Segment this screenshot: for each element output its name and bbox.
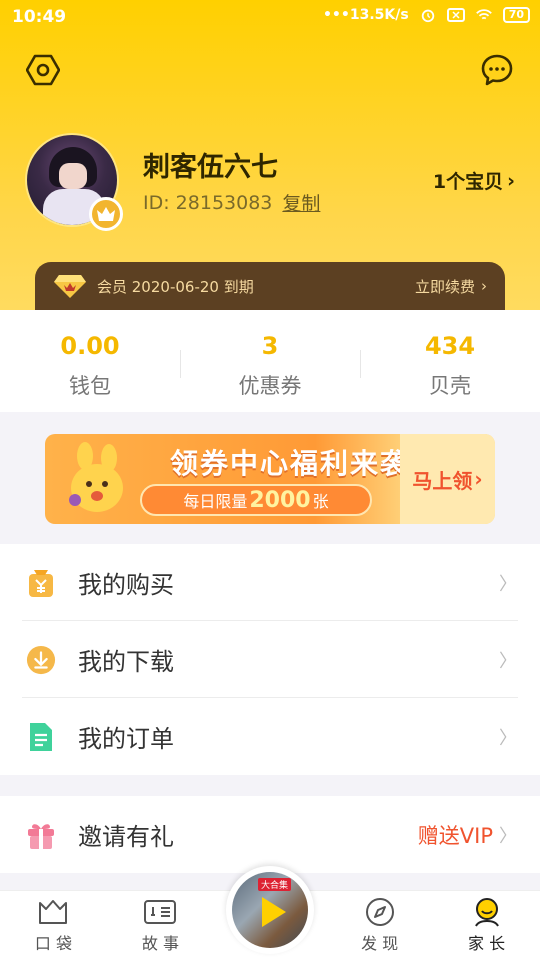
message-button[interactable]: [479, 52, 515, 88]
menu-item-downloads[interactable]: 我的下载 〉: [0, 621, 540, 698]
renew-button[interactable]: 立即续费 ›: [415, 276, 487, 297]
user-id: ID: 28153083: [143, 191, 273, 214]
menu-label: 我的订单: [78, 725, 174, 753]
status-time: 10:49: [12, 7, 67, 27]
album-cover: 大合集: [232, 872, 308, 948]
settings-button[interactable]: [25, 52, 61, 88]
tab-label: 家 长: [468, 934, 506, 953]
username: 刺客伍六七: [143, 152, 278, 183]
banner-pill: 每日限量 2000 张: [140, 484, 372, 516]
stat-label: 贝壳: [429, 374, 471, 398]
pocket-icon: [36, 897, 70, 927]
compass-icon: [363, 897, 397, 927]
chevron-right-icon: 〉: [499, 727, 517, 749]
coupon-banner[interactable]: 领券中心福利来袭 每日限量 2000 张 马上领 ›: [45, 434, 495, 524]
stat-value: 434: [424, 332, 476, 360]
baby-label: 1个宝贝: [432, 171, 504, 193]
download-icon: [26, 644, 56, 676]
menu-label: 我的购买: [78, 571, 174, 599]
menu-item-purchases[interactable]: 我的购买 〉: [0, 544, 540, 621]
play-icon: [262, 897, 286, 927]
vip-diamond-icon: [54, 275, 86, 298]
wifi-icon: [475, 9, 492, 20]
tab-label: 发 现: [361, 934, 399, 953]
chevron-right-icon: 〉: [499, 650, 517, 672]
tab-label: 故 事: [141, 934, 179, 953]
tab-story[interactable]: 故 事: [107, 891, 214, 960]
user-id-row: ID: 28153083 复制: [143, 189, 320, 216]
banner-title: 领券中心福利来袭: [170, 447, 411, 480]
banner-cta-button[interactable]: 马上领 ›: [400, 434, 495, 524]
story-icon: [143, 897, 177, 927]
album-tag: 大合集: [258, 878, 292, 891]
menu-item-orders[interactable]: 我的订单 〉: [0, 698, 540, 775]
stat-value: 0.00: [60, 332, 120, 360]
alarm-icon: [421, 9, 434, 23]
menu-list: 我的购买 〉 我的下载 〉 我的订单 〉: [0, 544, 540, 775]
stat-wallet[interactable]: 0.00 钱包: [0, 310, 180, 412]
avatar[interactable]: [25, 133, 123, 231]
tab-discover[interactable]: 发 现: [326, 891, 433, 960]
crown-icon: [89, 197, 123, 231]
copy-id-link[interactable]: 复制: [282, 189, 320, 216]
stats-row: 0.00 钱包 3 优惠券 434 贝壳: [0, 310, 540, 412]
stat-value: 3: [261, 332, 279, 360]
chevron-right-icon: 〉: [499, 573, 517, 595]
baby-link[interactable]: 1个宝贝 ›: [433, 167, 515, 194]
signal-dots-icon: •••: [322, 7, 350, 23]
sim-icon: [446, 8, 465, 22]
chevron-right-icon: 〉: [499, 825, 517, 847]
chevron-right-icon: ›: [474, 467, 483, 491]
stat-label: 优惠券: [238, 374, 302, 398]
menu-label: 我的下载: [78, 648, 174, 676]
invite-item[interactable]: 邀请有礼 赠送VIP 〉: [0, 796, 540, 873]
vip-bar[interactable]: 会员 2020-06-20 到期 立即续费 ›: [35, 262, 505, 310]
vip-expiry: 会员 2020-06-20 到期: [97, 277, 254, 296]
bunny-mascot-icon: [69, 442, 123, 512]
tab-label: 口 袋: [34, 934, 73, 953]
status-right: •••13.5K/s 70: [323, 7, 530, 23]
tab-pocket[interactable]: 口 袋: [0, 891, 107, 960]
chevron-right-icon: ›: [507, 169, 515, 192]
stat-coupons[interactable]: 3 优惠券: [180, 310, 360, 412]
invite-reward: 赠送VIP 〉: [417, 823, 517, 848]
wallet-yen-icon: [26, 567, 56, 599]
order-doc-icon: [26, 721, 56, 753]
tab-parent[interactable]: 家 长: [433, 891, 540, 960]
hexagon-settings-icon: [26, 54, 60, 86]
invite-label: 邀请有礼: [78, 823, 174, 851]
now-playing-button[interactable]: 大合集: [226, 866, 314, 954]
gift-icon: [28, 823, 54, 849]
status-bar: 10:49 •••13.5K/s 70: [0, 0, 540, 34]
chat-bubble-icon: [481, 54, 513, 86]
stat-label: 钱包: [69, 374, 111, 398]
battery-indicator: 70: [502, 7, 530, 23]
chevron-right-icon: ›: [481, 277, 487, 295]
network-speed: •••13.5K/s: [322, 7, 409, 23]
parent-icon: [470, 897, 504, 927]
stat-shells[interactable]: 434 贝壳: [360, 310, 540, 412]
